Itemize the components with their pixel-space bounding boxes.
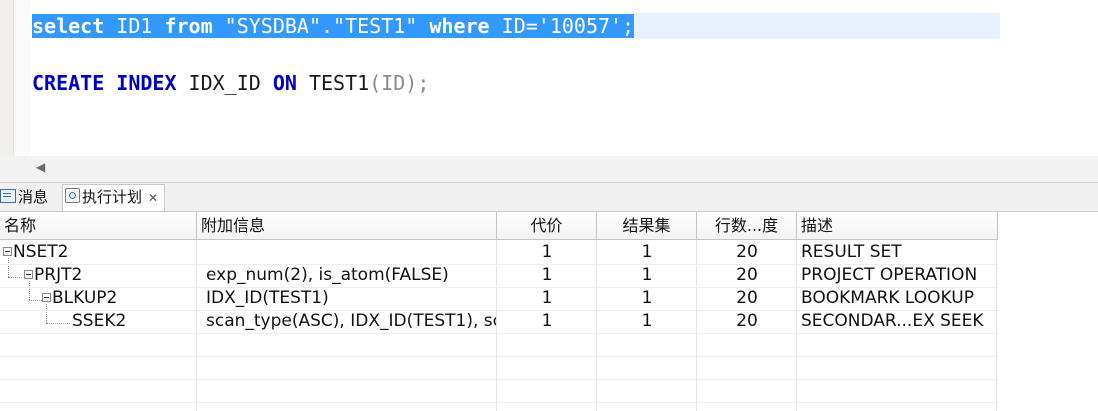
plan-node-result-set: 1 — [641, 288, 653, 308]
table-row[interactable]: SSEK2 scan_type(ASC), IDX_ID(TEST1), sca… — [0, 310, 998, 334]
sql-editor[interactable]: select ID1 from "SYSDBA"."TEST1" where I… — [0, 0, 1098, 156]
code-text: IDX_ID — [176, 71, 273, 95]
tab-execution-plan[interactable]: 执行计划 ✕ — [62, 184, 166, 211]
plan-node-info: scan_type(ASC), IDX_ID(TEST1), sca — [206, 311, 496, 331]
empty-row — [0, 356, 998, 380]
plan-node-result-set: 1 — [641, 311, 653, 331]
keyword-on: ON — [272, 71, 297, 95]
code-line-create-index[interactable]: CREATE INDEX IDX_ID ON TEST1(ID); — [32, 70, 429, 96]
scroll-left-arrow-icon[interactable]: ◀ — [36, 160, 45, 174]
plan-node-info: IDX_ID(TEST1) — [206, 288, 329, 308]
result-panel-tabbar: 消息 执行计划 ✕ — [0, 183, 1098, 212]
plan-node-name: SSEK2 — [72, 311, 127, 331]
plan-node-description: SECONDAR...EX SEEK — [801, 311, 984, 331]
plan-icon — [65, 188, 80, 203]
editor-line-gutter — [14, 0, 30, 156]
current-line-highlight — [634, 13, 1001, 39]
plan-node-row-count: 20 — [736, 288, 758, 308]
keyword-where: where — [429, 14, 490, 38]
collapse-icon[interactable] — [24, 270, 33, 279]
plan-node-result-set: 1 — [641, 242, 653, 262]
keyword-from: from — [164, 14, 213, 38]
plan-node-info — [206, 241, 496, 264]
plan-node-name: BLKUP2 — [52, 288, 118, 308]
plan-node-cost: 1 — [541, 265, 553, 285]
table-row[interactable]: PRJT2 exp_num(2), is_atom(FALSE) 1 1 20 … — [0, 264, 998, 288]
plan-node-name: PRJT2 — [34, 265, 83, 285]
plan-node-description: BOOKMARK LOOKUP — [801, 288, 974, 308]
keyword-create: CREATE — [32, 71, 105, 95]
selected-text[interactable]: select ID1 from "SYSDBA"."TEST1" where I… — [32, 14, 635, 38]
code-text: TEST1 — [296, 71, 370, 95]
code-text: ID='10057'; — [489, 14, 635, 38]
tab-messages[interactable]: 消息 — [0, 185, 48, 209]
editor-ruler — [0, 0, 14, 156]
column-header-row-count[interactable]: 行数...度 — [697, 212, 797, 240]
plan-node-row-count: 20 — [736, 265, 758, 285]
tab-label: 执行计划 — [82, 188, 143, 206]
plan-node-row-count: 20 — [736, 311, 758, 331]
table-row[interactable]: NSET2 1 1 20 RESULT SET — [0, 241, 998, 265]
column-header-description[interactable]: 描述 — [797, 212, 998, 240]
empty-row — [0, 379, 998, 403]
close-icon[interactable]: ✕ — [148, 191, 158, 205]
keyword-index: INDEX — [116, 71, 177, 95]
plan-node-name: NSET2 — [13, 242, 69, 262]
column-header-cost[interactable]: 代价 — [497, 212, 597, 240]
code-line-select[interactable]: select ID1 from "SYSDBA"."TEST1" where I… — [32, 13, 1001, 39]
editor-horizontal-scrollbar[interactable]: ◀ — [0, 156, 1098, 183]
plan-node-cost: 1 — [541, 242, 553, 262]
plan-node-description: PROJECT OPERATION — [801, 265, 978, 285]
plan-node-result-set: 1 — [641, 265, 653, 285]
message-icon — [0, 189, 16, 203]
code-text: (ID); — [369, 71, 430, 95]
execution-plan-table: 名称 附加信息 代价 结果集 行数...度 描述 NSET2 1 1 20 RE… — [0, 212, 1098, 411]
table-row[interactable]: BLKUP2 IDX_ID(TEST1) 1 1 20 BOOKMARK LOO… — [0, 287, 998, 311]
collapse-icon[interactable] — [42, 293, 51, 302]
code-text: "SYSDBA"."TEST1" — [212, 14, 430, 38]
column-header-result-set[interactable]: 结果集 — [597, 212, 697, 240]
column-header-info[interactable]: 附加信息 — [197, 212, 497, 240]
column-header-name[interactable]: 名称 — [0, 212, 197, 240]
keyword-select: select — [32, 14, 105, 38]
plan-node-cost: 1 — [541, 288, 553, 308]
plan-node-info: exp_num(2), is_atom(FALSE) — [206, 265, 449, 285]
code-text: ID1 — [104, 14, 165, 38]
tab-label: 消息 — [18, 188, 49, 206]
plan-node-description: RESULT SET — [801, 242, 902, 262]
empty-row — [0, 333, 998, 357]
plan-node-row-count: 20 — [736, 242, 758, 262]
plan-node-cost: 1 — [541, 311, 553, 331]
collapse-icon[interactable] — [3, 247, 12, 256]
